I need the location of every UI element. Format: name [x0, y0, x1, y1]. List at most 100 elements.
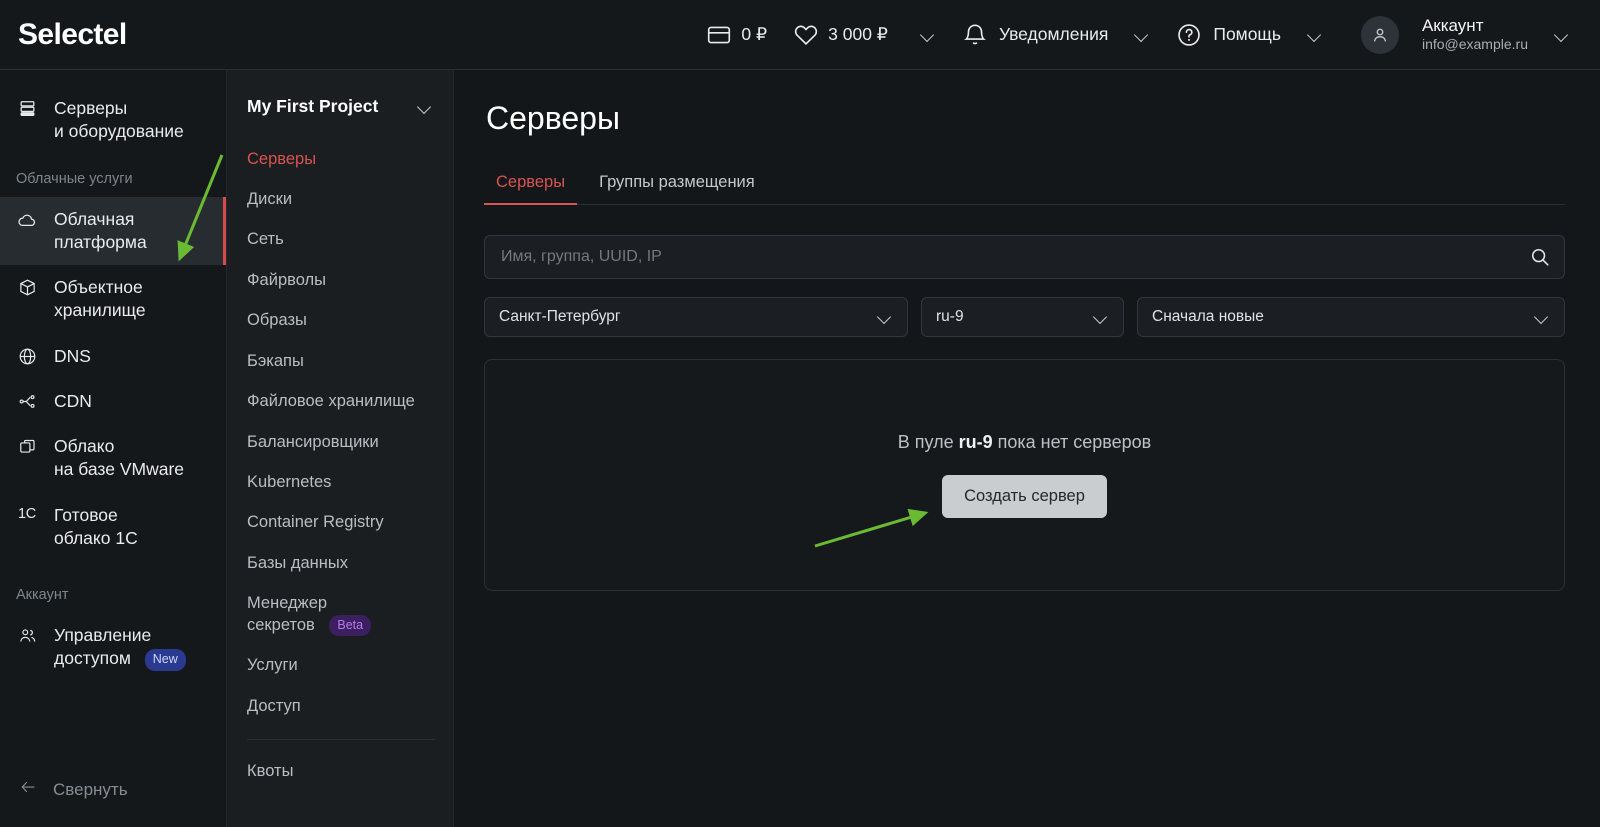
- project-sidebar: My First Project Серверы Диски Сеть Файр…: [227, 70, 454, 827]
- project-selector[interactable]: My First Project: [227, 90, 453, 123]
- search-row: [484, 235, 1565, 279]
- brand-logo[interactable]: Selectel: [0, 18, 229, 52]
- project-menu-item-secrets-manager[interactable]: Менеджерсекретов Beta: [227, 584, 453, 646]
- chevron-down-icon: [417, 99, 433, 115]
- balance-group[interactable]: 0 ₽: [696, 0, 777, 70]
- sidebar-item-servers[interactable]: Серверыи оборудование: [0, 86, 226, 155]
- billing-dropdown-button[interactable]: [904, 0, 952, 70]
- sidebar-item-label: Управлениедоступом New: [54, 624, 186, 671]
- primary-sidebar: Серверыи оборудование Облачные услуги Об…: [0, 70, 227, 827]
- filter-pool-select[interactable]: ru-9: [921, 297, 1124, 337]
- bonus-group[interactable]: 3 000 ₽: [783, 0, 898, 70]
- filter-sort-value: Сначала новые: [1152, 308, 1264, 326]
- sidebar-item-label: Серверыи оборудование: [54, 97, 184, 144]
- notifications-dropdown-button[interactable]: [1118, 0, 1166, 70]
- account-dropdown-button[interactable]: [1538, 0, 1586, 70]
- chevron-down-icon: [1093, 309, 1109, 325]
- top-bar: Selectel 0 ₽ 3 000 ₽: [0, 0, 1600, 70]
- sidebar-item-label: Облакона базе VMware: [54, 435, 184, 482]
- filters-row: Санкт-Петербург ru-9 Сначала новые: [484, 297, 1565, 337]
- server-rack-icon: [16, 97, 38, 118]
- beta-badge: Beta: [329, 615, 371, 636]
- chevron-down-icon: [1554, 27, 1570, 43]
- main-content: Серверы Серверы Группы размещения Санкт-…: [454, 70, 1600, 827]
- tab-servers[interactable]: Серверы: [484, 167, 577, 204]
- sidebar-item-cdn[interactable]: CDN: [0, 379, 226, 424]
- question-circle-icon: [1176, 22, 1202, 48]
- empty-state-text: В пуле ru-9 пока нет серверов: [898, 432, 1152, 453]
- cloud-icon: [16, 208, 38, 230]
- project-name: My First Project: [247, 96, 378, 117]
- project-menu-item-backups[interactable]: Бэкапы: [227, 341, 453, 381]
- empty-text-before: В пуле: [898, 432, 959, 452]
- project-menu-item-network[interactable]: Сеть: [227, 220, 453, 260]
- filter-pool-value: ru-9: [936, 308, 964, 326]
- sidebar-item-label: Облачнаяплатформа: [54, 208, 147, 255]
- filter-region-value: Санкт-Петербург: [499, 308, 621, 326]
- sidebar-item-dns[interactable]: DNS: [0, 334, 226, 379]
- avatar: [1361, 16, 1399, 54]
- project-menu-item-balancers[interactable]: Балансировщики: [227, 422, 453, 462]
- top-bar-right: 0 ₽ 3 000 ₽: [229, 0, 1600, 70]
- credit-card-icon: [706, 22, 732, 48]
- bell-icon: [962, 22, 988, 48]
- sidebar-item-cloud-platform[interactable]: Облачнаяплатформа: [0, 197, 226, 266]
- heart-icon: [793, 22, 819, 48]
- sidebar-item-vmware-cloud[interactable]: Облакона базе VMware: [0, 424, 226, 493]
- page-title: Серверы: [486, 100, 1565, 137]
- project-menu-item-databases[interactable]: Базы данных: [227, 543, 453, 583]
- help-label: Помощь: [1213, 24, 1281, 45]
- notifications-group[interactable]: Уведомления: [952, 0, 1118, 70]
- project-menu-item-firewalls[interactable]: Файрволы: [227, 260, 453, 300]
- notifications-label: Уведомления: [999, 24, 1108, 45]
- project-menu-item-container-registry[interactable]: Container Registry: [227, 503, 453, 543]
- project-menu-item-services[interactable]: Услуги: [227, 646, 453, 686]
- account-info: Аккаунт info@example.ru: [1422, 15, 1528, 54]
- help-dropdown-button[interactable]: [1291, 0, 1339, 70]
- project-menu-item-images[interactable]: Образы: [227, 301, 453, 341]
- filter-region-select[interactable]: Санкт-Петербург: [484, 297, 908, 337]
- sidebar-collapse-button[interactable]: Свернуть: [0, 764, 226, 827]
- project-menu-item-servers[interactable]: Серверы: [227, 139, 453, 179]
- sidebar-item-label: Объектноехранилище: [54, 276, 146, 323]
- project-menu-separator: [247, 739, 435, 740]
- project-menu-item-access[interactable]: Доступ: [227, 686, 453, 726]
- sidebar-collapse-label: Свернуть: [53, 780, 128, 800]
- tab-placement-groups[interactable]: Группы размещения: [587, 167, 767, 204]
- bonus-amount: 3 000 ₽: [828, 24, 888, 45]
- empty-text-pool: ru-9: [959, 432, 993, 452]
- app-root: Selectel 0 ₽ 3 000 ₽: [0, 0, 1600, 827]
- sidebar-item-label: DNS: [54, 345, 91, 368]
- help-group[interactable]: Помощь: [1166, 0, 1291, 70]
- account-name: Аккаунт: [1422, 15, 1528, 36]
- sidebar-item-1c-cloud[interactable]: 1C Готовоеоблако 1С: [0, 493, 226, 562]
- sidebar-item-access-management[interactable]: Управлениедоступом New: [0, 613, 226, 682]
- account-email: info@example.ru: [1422, 36, 1528, 54]
- project-menu-item-disks[interactable]: Диски: [227, 179, 453, 219]
- project-menu-item-kubernetes[interactable]: Kubernetes: [227, 463, 453, 503]
- chevron-down-icon: [920, 27, 936, 43]
- sidebar-item-object-storage[interactable]: Объектноехранилище: [0, 265, 226, 334]
- search-input[interactable]: [484, 235, 1565, 279]
- body: Серверыи оборудование Облачные услуги Об…: [0, 70, 1600, 827]
- new-badge: New: [145, 649, 186, 671]
- chevron-down-icon: [1134, 27, 1150, 43]
- create-server-button[interactable]: Создать сервер: [942, 475, 1107, 518]
- globe-icon: [16, 345, 38, 366]
- sidebar-item-label: Готовоеоблако 1С: [54, 504, 138, 551]
- filter-sort-select[interactable]: Сначала новые: [1137, 297, 1565, 337]
- sidebar-item-label: CDN: [54, 390, 92, 413]
- project-menu-item-file-storage[interactable]: Файловое хранилище: [227, 382, 453, 422]
- chevron-down-icon: [877, 309, 893, 325]
- sidebar-section-account: Аккаунт: [0, 561, 226, 613]
- windows-stack-icon: [16, 435, 38, 456]
- chevron-down-icon: [1534, 309, 1550, 325]
- project-menu-item-quotas[interactable]: Квоты: [227, 752, 453, 792]
- network-icon: [16, 390, 38, 411]
- empty-text-after: пока нет серверов: [993, 432, 1152, 452]
- project-menu: Серверы Диски Сеть Файрволы Образы Бэкап…: [227, 139, 453, 792]
- users-icon: [16, 624, 38, 645]
- account-group[interactable]: Аккаунт info@example.ru: [1339, 0, 1538, 70]
- sidebar-spacer: [0, 682, 226, 764]
- chevron-down-icon: [1307, 27, 1323, 43]
